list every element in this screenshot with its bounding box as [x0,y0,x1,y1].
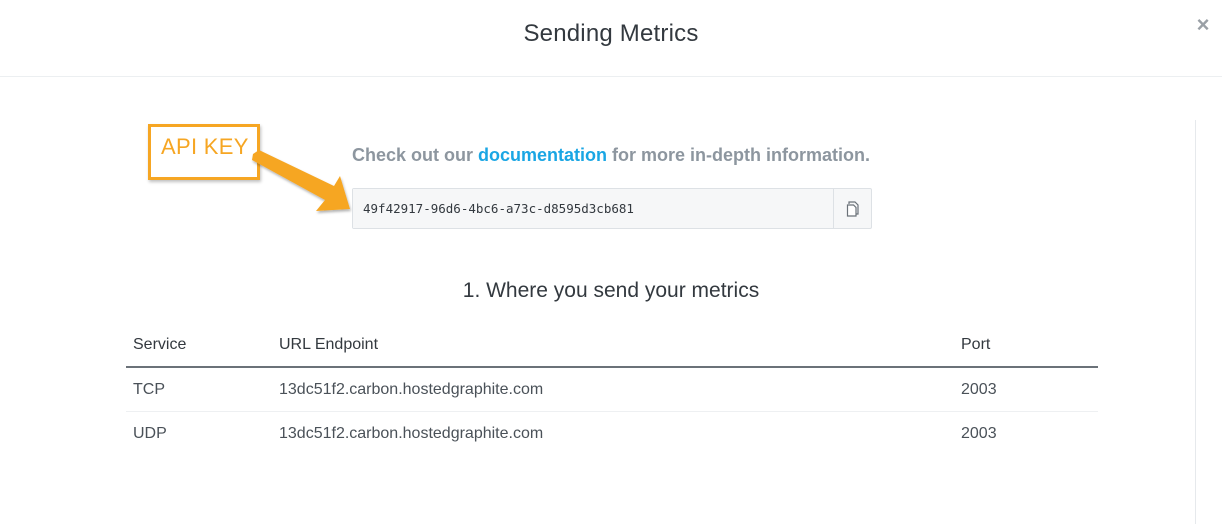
api-key-input[interactable] [353,189,833,228]
copy-icon [846,200,859,217]
table-row: UDP 13dc51f2.carbon.hostedgraphite.com 2… [126,412,1098,456]
endpoints-table: Service URL Endpoint Port TCP 13dc51f2.c… [126,323,1098,455]
service-cell: TCP [126,367,272,412]
column-header-url-endpoint: URL Endpoint [272,323,954,368]
intro-prefix: Check out our [351,145,478,165]
url-endpoint-cell: 13dc51f2.carbon.hostedgraphite.com [272,367,954,412]
close-icon[interactable]: × [1192,12,1214,38]
port-cell: 2003 [954,367,1098,412]
modal-header: Sending Metrics [0,0,1222,77]
documentation-link[interactable]: documentation [478,145,607,165]
column-header-service: Service [126,323,272,368]
intro-suffix: for more in-depth information. [607,145,870,165]
table-row: TCP 13dc51f2.carbon.hostedgraphite.com 2… [126,367,1098,412]
scrollbar-track[interactable] [1195,120,1196,524]
column-header-port: Port [954,323,1098,368]
table-header-row: Service URL Endpoint Port [126,323,1098,368]
copy-button[interactable] [833,189,871,228]
url-endpoint-cell: 13dc51f2.carbon.hostedgraphite.com [279,424,544,442]
modal-title: Sending Metrics [523,20,699,47]
service-cell: UDP [133,424,167,442]
port-cell: 2003 [961,424,997,442]
intro-text: Check out our documentation for more in-… [0,145,1222,166]
api-key-field-group [352,188,872,229]
section-title: 1. Where you send your metrics [462,279,760,302]
